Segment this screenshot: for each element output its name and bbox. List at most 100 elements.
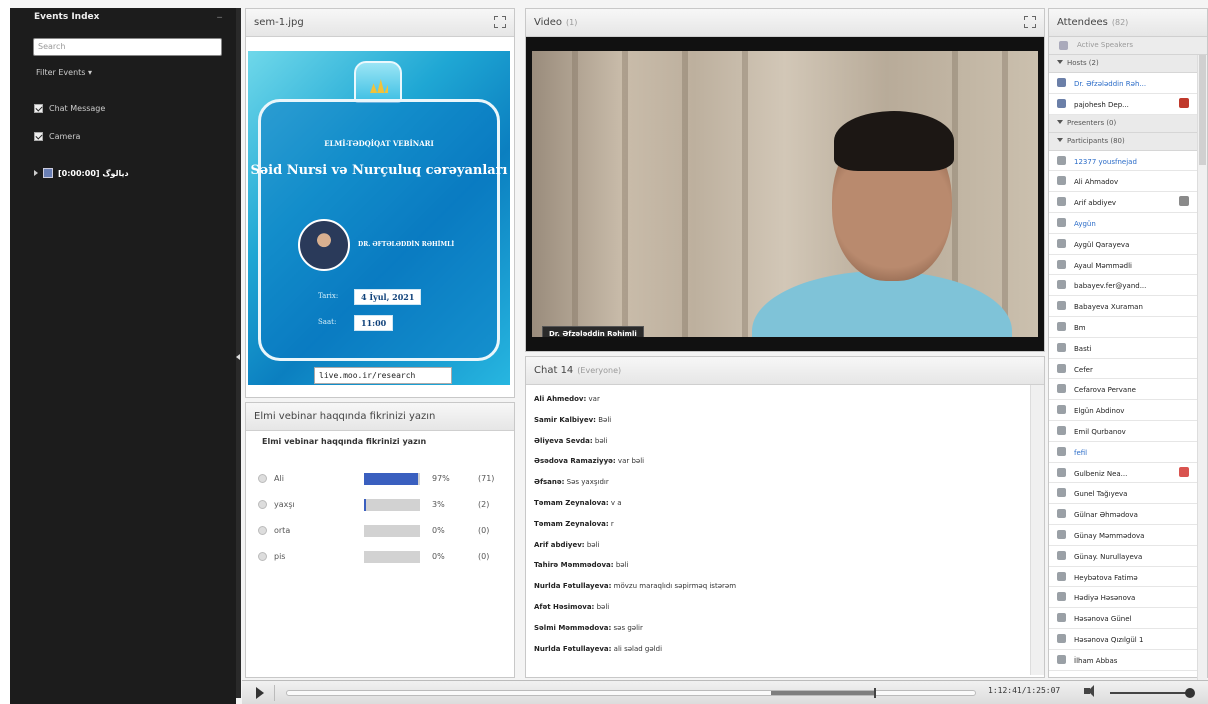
- chat-scrollbar[interactable]: [1030, 385, 1044, 675]
- radio-button[interactable]: [258, 526, 267, 535]
- event-tree-item[interactable]: دیالوگ [0:00:00]: [34, 168, 129, 178]
- attendee-row[interactable]: Gunel Tağıyeva: [1049, 483, 1197, 505]
- attendees-pod-title: Attendees: [1057, 17, 1108, 28]
- attendee-row[interactable]: Cefer: [1049, 359, 1197, 380]
- fullscreen-icon[interactable]: [1024, 16, 1036, 28]
- attendee-row[interactable]: pajohesh Dep...: [1049, 94, 1197, 115]
- poll-option[interactable]: pis 0% (0): [258, 551, 508, 565]
- attendee-row[interactable]: Bm: [1049, 317, 1197, 338]
- attendee-row[interactable]: Ali Ahmadov: [1049, 171, 1197, 193]
- active-speakers-button[interactable]: Active Speakers: [1049, 37, 1207, 55]
- attendee-row[interactable]: Günay. Nurullayeva: [1049, 546, 1197, 567]
- attendee-name: Babayeva Xuraman: [1074, 303, 1143, 312]
- attendee-section-header[interactable]: Participants (80): [1049, 132, 1197, 151]
- play-icon[interactable]: [256, 687, 264, 699]
- attendee-section-header[interactable]: Presenters (0): [1049, 114, 1197, 133]
- poll-option-label: Ali: [274, 474, 284, 483]
- speaker-body: [752, 271, 1012, 337]
- attendee-row[interactable]: Həsənova Qızılgül 1: [1049, 629, 1197, 650]
- user-icon: [1057, 633, 1066, 643]
- user-icon: [1057, 529, 1066, 539]
- poll-count: (0): [478, 552, 490, 561]
- radio-button[interactable]: [258, 474, 267, 483]
- scroll-thumb[interactable]: [1199, 55, 1206, 165]
- share-pod-title: sem-1.jpg: [254, 17, 304, 28]
- poll-option[interactable]: orta 0% (0): [258, 525, 508, 539]
- attendee-row[interactable]: Dr. Əfzələddin Rəh...: [1049, 73, 1197, 94]
- slide-date: 4 İyul, 2021: [354, 289, 422, 305]
- seek-bar[interactable]: [286, 688, 976, 698]
- chat-text: mövzu maraqlıdı səpirməq istərəm: [613, 582, 737, 591]
- poll-percent: 97%: [432, 474, 450, 483]
- attendee-row[interactable]: Ayaul Məmmədli: [1049, 255, 1197, 276]
- poll-percent: 3%: [432, 500, 445, 509]
- poll-percent: 0%: [432, 526, 445, 535]
- chat-text: Səs yaxşıdır: [566, 478, 609, 487]
- attendee-section-header[interactable]: Hosts (2): [1049, 55, 1197, 73]
- radio-button[interactable]: [258, 552, 267, 561]
- attendee-row[interactable]: Günay Məmmədova: [1049, 525, 1197, 546]
- attendee-row[interactable]: Gulbeniz Nea...: [1049, 463, 1197, 484]
- speaker-hair: [834, 111, 954, 171]
- attendee-list: Hosts (2) Dr. Əfzələddin Rəh... pajohesh D…: [1049, 55, 1197, 683]
- chat-message-checkbox[interactable]: Chat Message: [34, 104, 105, 113]
- attendee-row[interactable]: Cefarova Pervane: [1049, 379, 1197, 401]
- attendee-name: Həsənova Günel: [1074, 615, 1132, 624]
- attendee-row[interactable]: Hədiyə Həsənova: [1049, 587, 1197, 609]
- attendee-scrollbar[interactable]: [1197, 55, 1207, 683]
- attendee-row[interactable]: Elgün Abdinov: [1049, 400, 1197, 421]
- attendee-row[interactable]: 12377 yousfnejad: [1049, 151, 1197, 172]
- presenter-name: DR. ƏFTƏLƏDDİN RƏHİMLİ: [358, 241, 455, 248]
- radio-button[interactable]: [258, 500, 267, 509]
- camera-checkbox[interactable]: Camera: [34, 132, 80, 141]
- attendee-row[interactable]: fefil: [1049, 442, 1197, 463]
- poll-pod-header: Elmi vebinar haqqında fikrinizi yazın: [246, 403, 514, 431]
- attendee-row[interactable]: Aygün: [1049, 213, 1197, 234]
- volume-handle[interactable]: [1185, 688, 1195, 698]
- section-label: Hosts (2): [1067, 59, 1099, 67]
- volume-icon[interactable]: [1084, 685, 1094, 697]
- search-input[interactable]: Search: [33, 38, 222, 56]
- attendee-name: Cefarova Pervane: [1074, 386, 1136, 395]
- chat-sender: Təmam Zeynalova:: [534, 499, 609, 507]
- attendee-name: Elgün Abdinov: [1074, 407, 1125, 416]
- attendee-row[interactable]: Həsənova Günel: [1049, 608, 1197, 629]
- user-icon: [1057, 613, 1066, 623]
- chat-text: var bəli: [617, 457, 645, 466]
- playback-time: 1:12:41/1:25:07: [988, 686, 1061, 695]
- attendee-row[interactable]: Gülnar Əhmədova: [1049, 504, 1197, 525]
- fullscreen-icon[interactable]: [494, 16, 506, 28]
- chevron-down-icon: [1057, 60, 1063, 64]
- attendee-name: Gülnar Əhmədova: [1074, 511, 1138, 520]
- seek-handle[interactable]: [873, 688, 876, 698]
- attendee-row[interactable]: Basti: [1049, 338, 1197, 359]
- poll-option[interactable]: Ali 97% (71): [258, 473, 508, 487]
- chat-sender: Səlmi Məmmədova:: [534, 623, 612, 632]
- chat-message: Əsədova Ramaziyyə: var bəli: [534, 457, 644, 465]
- calendar-icon: [43, 168, 53, 178]
- poll-option[interactable]: yaxşı 3% (2): [258, 499, 508, 513]
- filter-events-dropdown[interactable]: Filter Events ▾: [36, 68, 92, 77]
- collapse-icon[interactable]: ─: [217, 13, 222, 22]
- poll-count: (2): [478, 500, 490, 509]
- attendee-row[interactable]: Aygül Qarayeva: [1049, 234, 1197, 255]
- attendee-name: Dr. Əfzələddin Rəh...: [1074, 80, 1147, 88]
- collapse-left-icon[interactable]: [236, 354, 240, 360]
- expand-arrow-icon[interactable]: [34, 170, 38, 176]
- chat-text: bəli: [594, 436, 608, 445]
- chat-message: Təmam Zeynalova: r: [534, 520, 614, 528]
- volume-slider[interactable]: [1110, 688, 1195, 698]
- panel-resize-handle[interactable]: [236, 8, 241, 698]
- poll-option-label: orta: [274, 526, 291, 535]
- attendee-row[interactable]: Heybətova Fatimə: [1049, 567, 1197, 588]
- presenter-photo: [298, 219, 350, 271]
- chat-sender: Ali Ahmedov:: [534, 395, 587, 403]
- user-icon: [1057, 571, 1066, 581]
- attendee-name: İlham Abbas: [1074, 656, 1118, 665]
- attendee-row[interactable]: Babayeva Xuraman: [1049, 296, 1197, 317]
- attendee-row[interactable]: İlham Abbas: [1049, 650, 1197, 671]
- attendee-row[interactable]: Emil Qurbanov: [1049, 421, 1197, 442]
- attendee-row[interactable]: babayev.fer@yand...: [1049, 275, 1197, 297]
- attendee-row[interactable]: Arif abdiyev: [1049, 192, 1197, 213]
- chat-text: v a: [610, 499, 622, 507]
